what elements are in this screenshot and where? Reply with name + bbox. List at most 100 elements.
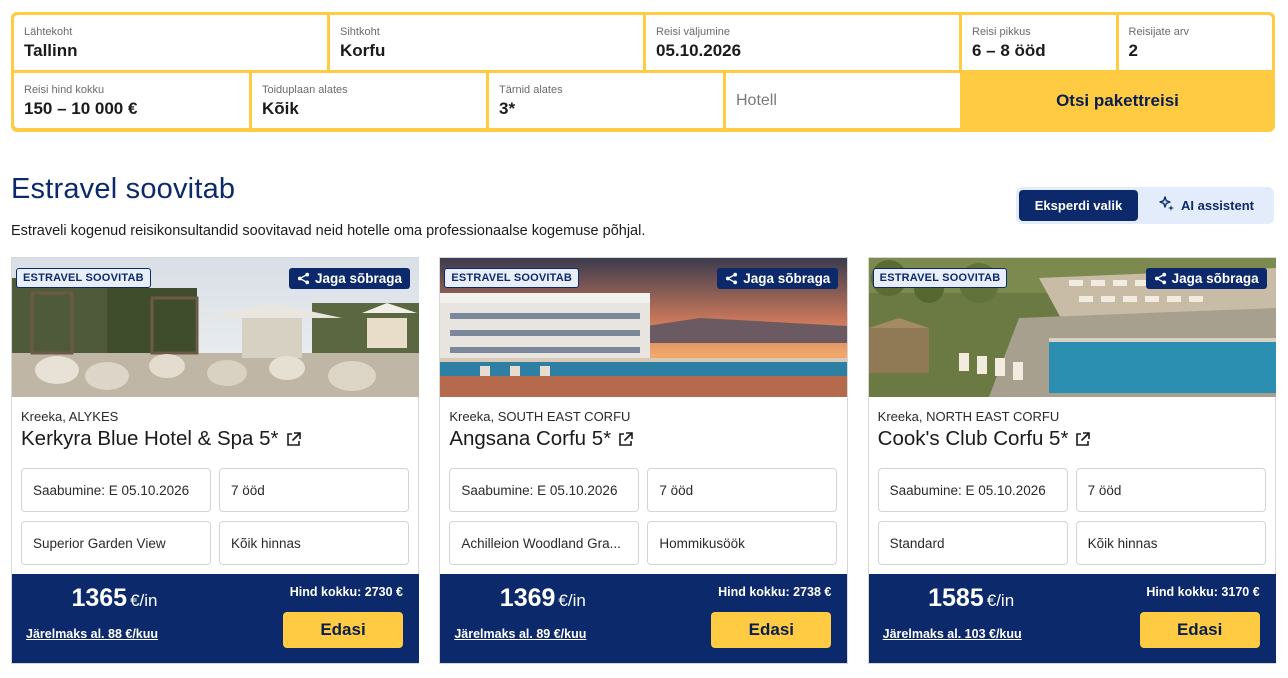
hotel-card: ESTRAVEL SOOVITAB Jaga sõbraga Kreeka, S… xyxy=(439,257,848,664)
arrival-box: Saabumine: E 05.10.2026 xyxy=(877,468,1068,512)
departure-value: 05.10.2026 xyxy=(656,41,742,60)
hotel-photo[interactable]: ESTRAVEL SOOVITAB Jaga sõbraga xyxy=(12,258,419,397)
duration-field[interactable]: Reisi pikkus 6 – 8 ööd xyxy=(962,15,1116,70)
destination-value: Korfu xyxy=(340,41,386,60)
share-label: Jaga sõbraga xyxy=(1171,271,1259,286)
external-link-icon[interactable] xyxy=(1074,431,1091,448)
origin-field[interactable]: Lähtekoht Tallinn xyxy=(14,15,327,70)
expert-choice-label: Eksperdi valik xyxy=(1034,198,1123,213)
price-value: 1365 xyxy=(71,584,128,612)
travellers-field[interactable]: Reisijate arv 2 xyxy=(1118,15,1272,70)
hotel-cards: ESTRAVEL SOOVITAB Jaga sõbraga Kreeka, A… xyxy=(11,257,1276,664)
hotel-name[interactable]: Cook's Club Corfu 5* xyxy=(878,427,1069,451)
recommended-badge: ESTRAVEL SOOVITAB xyxy=(872,268,1008,288)
per-person-price: 1369 €/in xyxy=(440,584,645,613)
board-text: Hommikusöök xyxy=(659,535,745,551)
hotel-photo[interactable]: ESTRAVEL SOOVITAB Jaga sõbraga xyxy=(868,258,1276,397)
continue-button[interactable]: Edasi xyxy=(1139,612,1260,648)
hotel-card: ESTRAVEL SOOVITAB Jaga sõbraga Kreeka, A… xyxy=(11,257,420,664)
hotel-name[interactable]: Angsana Corfu 5* xyxy=(449,427,611,451)
price-bar: 1369 €/in Järelmaks al. 89 €/kuu Hind kok… xyxy=(440,574,848,663)
sparkle-icon xyxy=(1159,196,1175,215)
share-button[interactable]: Jaga sõbraga xyxy=(288,268,410,289)
installment-link[interactable]: Järelmaks al. 89 €/kuu xyxy=(454,627,586,641)
board-box: Kõik hinnas xyxy=(1075,521,1266,565)
room-text: Superior Garden View xyxy=(33,535,166,551)
hotel-field xyxy=(726,73,960,128)
price-value: 1369 xyxy=(499,584,556,612)
expert-choice-tab[interactable]: Eksperdi valik xyxy=(1019,190,1138,221)
share-button[interactable]: Jaga sõbraga xyxy=(717,268,839,289)
price-unit: €/in xyxy=(130,591,158,610)
board-text: Kõik hinnas xyxy=(1087,535,1158,551)
nights-box: 7 ööd xyxy=(1075,468,1266,512)
continue-button[interactable]: Edasi xyxy=(283,612,403,648)
nights-text: 7 ööd xyxy=(1087,482,1122,498)
share-icon xyxy=(1154,272,1167,285)
nights-text: 7 ööd xyxy=(231,482,265,498)
share-label: Jaga sõbraga xyxy=(743,271,831,286)
total-price: Hind kokku: 3170 € xyxy=(1146,585,1260,599)
meal-plan-value: Kõik xyxy=(262,99,299,118)
section-subtitle: Estraveli kogenud reisikonsultandid soov… xyxy=(11,223,646,239)
arrival-text: Saabumine: E 05.10.2026 xyxy=(889,482,1046,498)
meal-plan-label: Toiduplaan alates xyxy=(262,84,348,96)
hotel-location: Kreeka, SOUTH EAST CORFU xyxy=(449,409,631,424)
continue-button[interactable]: Edasi xyxy=(711,612,832,648)
installment-link[interactable]: Järelmaks al. 88 €/kuu xyxy=(26,627,158,641)
recommendation-toggle: Eksperdi valik AI assistent xyxy=(1016,187,1274,224)
share-button[interactable]: Jaga sõbraga xyxy=(1145,268,1267,289)
board-box: Kõik hinnas xyxy=(219,521,409,565)
price-range-label: Reisi hind kokku xyxy=(24,84,105,96)
ai-assistant-label: AI assistent xyxy=(1181,198,1254,213)
external-link-icon[interactable] xyxy=(285,431,302,448)
price-unit: €/in xyxy=(558,591,586,610)
room-text: Achilleion Woodland Gra... xyxy=(461,535,621,551)
departure-label: Reisi väljumine xyxy=(656,26,730,38)
hotel-card: ESTRAVEL SOOVITAB Jaga sõbraga Kreeka, N… xyxy=(867,257,1276,664)
share-label: Jaga sõbraga xyxy=(314,271,402,286)
per-person-price: 1365 €/in xyxy=(12,584,217,613)
search-button[interactable]: Otsi pakettreisi xyxy=(963,73,1272,128)
stars-field[interactable]: Tärnid alates 3* xyxy=(489,73,723,128)
per-person-price: 1585 €/in xyxy=(869,584,1074,613)
hotel-input[interactable] xyxy=(736,91,950,110)
installment-link[interactable]: Järelmaks al. 103 €/kuu xyxy=(883,627,1022,641)
price-bar: 1365 €/in Järelmaks al. 88 €/kuu Hind kok… xyxy=(12,574,419,663)
arrival-text: Saabumine: E 05.10.2026 xyxy=(33,482,190,498)
travellers-value: 2 xyxy=(1128,41,1138,60)
price-unit: €/in xyxy=(986,591,1015,610)
origin-label: Lähtekoht xyxy=(24,26,73,38)
hotel-name-row: Cook's Club Corfu 5* xyxy=(878,427,1092,451)
duration-label: Reisi pikkus xyxy=(972,26,1031,38)
hotel-name[interactable]: Kerkyra Blue Hotel & Spa 5* xyxy=(21,427,279,451)
hotel-name-row: Angsana Corfu 5* xyxy=(449,427,634,451)
destination-label: Sihtkoht xyxy=(340,26,380,38)
nights-box: 7 ööd xyxy=(219,468,409,512)
price-range-value: 150 – 10 000 € xyxy=(24,99,138,118)
hotel-photo[interactable]: ESTRAVEL SOOVITAB Jaga sõbraga xyxy=(440,258,848,397)
price-value: 1585 xyxy=(928,584,984,612)
total-price: Hind kokku: 2730 € xyxy=(289,585,403,599)
hotel-location: Kreeka, NORTH EAST CORFU xyxy=(877,409,1060,424)
meal-plan-field[interactable]: Toiduplaan alates Kõik xyxy=(252,73,486,128)
origin-value: Tallinn xyxy=(24,41,78,60)
section-title: Estravel soovitab xyxy=(11,173,236,205)
board-box: Hommikusöök xyxy=(647,521,838,565)
price-range-field[interactable]: Reisi hind kokku 150 – 10 000 € xyxy=(14,73,249,128)
room-box: Superior Garden View xyxy=(21,521,211,565)
stars-value: 3* xyxy=(499,99,516,118)
share-icon xyxy=(297,272,310,285)
ai-assistant-tab[interactable]: AI assistent xyxy=(1142,190,1271,221)
duration-value: 6 – 8 ööd xyxy=(972,41,1046,60)
destination-field[interactable]: Sihtkoht Korfu xyxy=(330,15,643,70)
room-text: Standard xyxy=(889,535,945,551)
total-price: Hind kokku: 2738 € xyxy=(718,585,832,599)
external-link-icon[interactable] xyxy=(617,431,634,448)
departure-field[interactable]: Reisi väljumine 05.10.2026 xyxy=(646,15,959,70)
travellers-label: Reisijate arv xyxy=(1128,26,1190,38)
nights-text: 7 ööd xyxy=(659,482,694,498)
arrival-box: Saabumine: E 05.10.2026 xyxy=(21,468,211,512)
stars-label: Tärnid alates xyxy=(499,84,563,96)
room-box: Achilleion Woodland Gra... xyxy=(449,521,640,565)
